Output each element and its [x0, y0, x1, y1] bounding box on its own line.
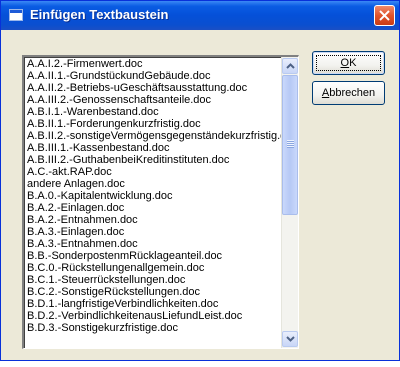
dialog-window: Einfügen Textbaustein A.A.I.2.-Firmenwer…	[0, 0, 400, 361]
list-item[interactable]: A.A.II.2.-Betriebs-uGeschäftsausstattung…	[27, 82, 283, 94]
list-item[interactable]: B.A.2.-Entnahmen.doc	[27, 214, 283, 226]
scroll-thumb[interactable]	[282, 75, 298, 215]
list-item[interactable]: A.A.II.1.-GrundstückundGebäude.doc	[27, 70, 283, 82]
list-item[interactable]: A.B.III.2.-GuthabenbeiKreditinstituten.d…	[27, 154, 283, 166]
list-item[interactable]: B.C.1.-Steuerrückstellungen.doc	[27, 274, 283, 286]
cancel-button[interactable]: Abbrechen	[312, 81, 385, 105]
window-title: Einfügen Textbaustein	[30, 7, 169, 22]
list-item[interactable]: B.C.2.-SonstigeRückstellungen.doc	[27, 286, 283, 298]
list-item[interactable]: B.D.2.-VerbindlichkeitenausLiefundLeist.…	[27, 310, 283, 322]
focus-rectangle	[316, 55, 381, 71]
list-item[interactable]: andere Anlagen.doc	[27, 178, 283, 190]
scroll-down-button[interactable]	[282, 331, 298, 347]
scroll-up-button[interactable]	[282, 58, 298, 74]
cancel-label: bbrechen	[329, 87, 376, 99]
scroll-grip-icon	[287, 140, 294, 148]
list-item[interactable]: B.D.3.-Sonstigekurzfristige.doc	[27, 322, 283, 334]
list-item[interactable]: B.C.0.-Rückstellungenallgemein.doc	[27, 262, 283, 274]
list-item[interactable]: B.B.-SonderpostenmRücklageanteil.doc	[27, 250, 283, 262]
vertical-scrollbar[interactable]	[281, 57, 298, 348]
window-icon	[9, 9, 23, 21]
list-item[interactable]: A.C.-akt.RAP.doc	[27, 166, 283, 178]
close-icon	[379, 10, 390, 21]
list-item[interactable]: A.B.III.1.-Kassenbestand.doc	[27, 142, 283, 154]
chevron-up-icon	[286, 63, 295, 69]
list-item[interactable]: A.B.I.1.-Warenbestand.doc	[27, 106, 283, 118]
close-button[interactable]	[374, 5, 395, 26]
list-item[interactable]: A.A.III.2.-Genossenschaftsanteile.doc	[27, 94, 283, 106]
list-item[interactable]: B.A.3.-Einlagen.doc	[27, 226, 283, 238]
template-listbox[interactable]: A.A.I.2.-Firmenwert.doc A.A.II.1.-Grundst…	[22, 55, 299, 349]
list-item[interactable]: B.D.1.-langfristigeVerbindlichkeiten.doc	[27, 298, 283, 310]
list-item[interactable]: B.A.0.-Kapitalentwicklung.doc	[27, 190, 283, 202]
list-item[interactable]: A.B.II.1.-Forderungenkurzfristig.doc	[27, 118, 283, 130]
template-list[interactable]: A.A.I.2.-Firmenwert.doc A.A.II.1.-Grundst…	[27, 58, 283, 348]
chevron-down-icon	[286, 336, 295, 342]
list-item[interactable]: B.A.2.-Einlagen.doc	[27, 202, 283, 214]
title-bar[interactable]: Einfügen Textbaustein	[1, 1, 399, 30]
ok-button[interactable]: OK	[312, 51, 385, 75]
list-item[interactable]: A.B.II.2.-sonstigeVermögensgegenständeku…	[27, 130, 283, 142]
list-item[interactable]: A.A.I.2.-Firmenwert.doc	[27, 58, 283, 70]
list-item[interactable]: B.A.3.-Entnahmen.doc	[27, 238, 283, 250]
